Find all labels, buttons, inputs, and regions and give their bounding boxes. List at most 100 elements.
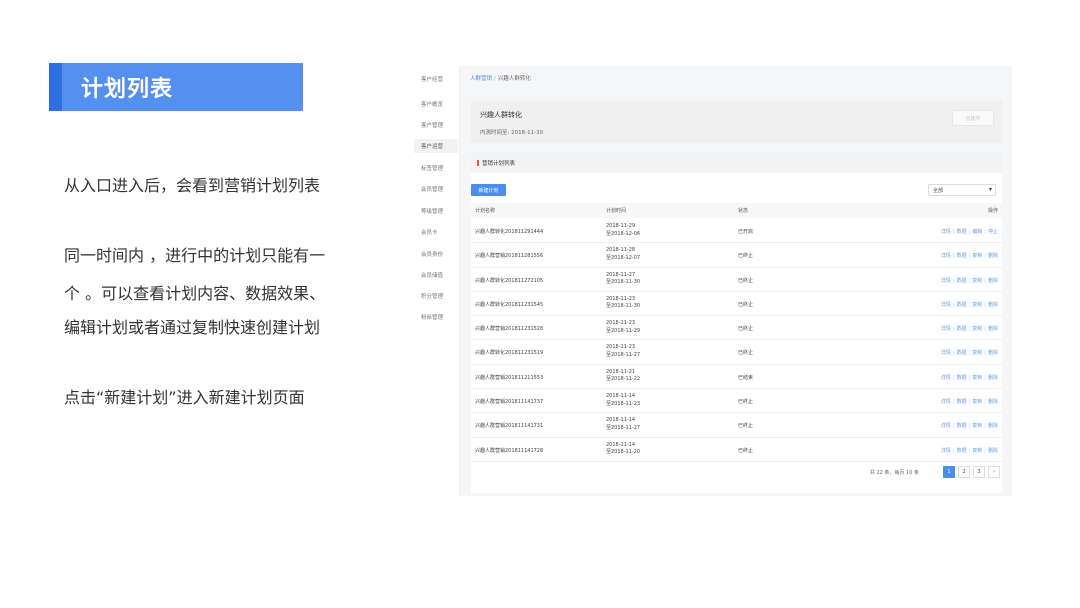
row-end-date: 至2018-11-27 <box>606 424 641 431</box>
breadcrumb-current: 兴趣人群转化 <box>497 76 531 82</box>
row-start-date: 2018-11-23 <box>606 320 636 327</box>
table-row: 兴趣人群营销201811141737 2018-11-14 至2018-11-23 已… <box>471 389 1002 414</box>
row-op-link[interactable]: 详情 <box>941 350 951 356</box>
op-divider: | <box>984 374 986 381</box>
row-op-link[interactable]: 数据 <box>957 229 967 235</box>
row-op-link[interactable]: 删除 <box>988 399 998 405</box>
row-op-link[interactable]: 删除 <box>988 302 998 308</box>
row-status: 已终止 <box>738 277 754 284</box>
op-divider: | <box>968 423 971 430</box>
row-op-link[interactable]: 数据 <box>957 423 967 429</box>
row-end-date: 至2018-11-30 <box>606 303 641 310</box>
row-op-link[interactable]: 数据 <box>957 375 967 381</box>
op-divider: | <box>952 423 955 430</box>
sidebar-item-levels[interactable]: 等级管理 <box>414 207 458 215</box>
breadcrumb-parent[interactable]: 人群营销 <box>470 76 492 82</box>
prev-page-button[interactable]: ‹ <box>928 466 940 478</box>
sidebar-item-customer-ops[interactable]: 客户经营 <box>414 75 458 83</box>
row-op-link[interactable]: 停止 <box>988 229 998 235</box>
create-disabled-button[interactable]: 创建中 <box>952 110 994 126</box>
sidebar: 客户经营 客户概览 客户管理 客户运营 标签管理 会员管理 等级管理 会员卡 会… <box>414 66 458 496</box>
row-op-link[interactable]: 详情 <box>941 253 951 259</box>
row-start-date: 2018-11-28 <box>606 247 636 254</box>
description-line-1: 从入口进入后，会看到营销计划列表 <box>64 176 321 195</box>
page-3-button[interactable]: 3 <box>973 466 985 478</box>
row-start-date: 2018-11-23 <box>606 295 636 302</box>
title-accent-bar <box>49 63 62 111</box>
row-op-link[interactable]: 详情 <box>941 278 951 284</box>
row-plan-time: 2018-11-23 至2018-11-27 <box>606 344 640 359</box>
row-plan-name: 兴趣人群转化201811231545 <box>475 301 544 308</box>
row-op-link[interactable]: 复制 <box>972 302 982 308</box>
col-name: 计划名称 <box>475 208 496 214</box>
row-op-link[interactable]: 复制 <box>972 350 982 356</box>
slide-title: 计划列表 <box>81 77 174 102</box>
row-op-link[interactable]: 数据 <box>957 326 967 332</box>
sidebar-item-overview[interactable]: 客户概览 <box>414 100 458 108</box>
op-divider: | <box>952 374 955 381</box>
table-row: 兴趣人群营销201811281556 2018-11-28 至2018-12-07 已… <box>471 243 1002 268</box>
sidebar-item-points[interactable]: 积分管理 <box>414 292 458 300</box>
row-op-link[interactable]: 复制 <box>972 423 982 429</box>
row-op-link[interactable]: 数据 <box>957 350 967 356</box>
row-ops: 详情 | 数据 | 复制 | 删除 <box>941 422 998 429</box>
plan-info-card: 兴趣人群转化 内测时间至: 2018-11-30 创建中 <box>471 101 1002 143</box>
row-op-link[interactable]: 删除 <box>988 423 998 429</box>
row-end-date: 至2018-12-07 <box>606 254 641 261</box>
row-op-link[interactable]: 详情 <box>941 326 951 332</box>
row-op-link[interactable]: 数据 <box>957 302 967 308</box>
sidebar-item-tags[interactable]: 标签管理 <box>414 164 458 172</box>
row-op-link[interactable]: 复制 <box>972 326 982 332</box>
row-op-link[interactable]: 数据 <box>957 278 967 284</box>
sidebar-item-operations[interactable]: 客户运营 <box>414 139 458 153</box>
row-op-link[interactable]: 详情 <box>941 229 951 235</box>
row-op-link[interactable]: 详情 <box>941 423 951 429</box>
row-status: 已终止 <box>738 326 754 333</box>
new-plan-button[interactable]: 新建计划 <box>471 184 506 196</box>
row-status: 已终止 <box>738 423 754 430</box>
row-op-link[interactable]: 复制 <box>972 448 982 454</box>
row-op-link[interactable]: 复制 <box>972 253 982 259</box>
page-1-button[interactable]: 1 <box>943 466 955 478</box>
sidebar-item-customers[interactable]: 客户管理 <box>414 121 458 129</box>
row-op-link[interactable]: 复制 <box>972 375 982 381</box>
row-op-link[interactable]: 复制 <box>972 399 982 405</box>
sidebar-item-members[interactable]: 会员管理 <box>414 185 458 193</box>
sidebar-item-fans[interactable]: 粉丝管理 <box>414 313 458 321</box>
row-op-link[interactable]: 数据 <box>957 399 967 405</box>
section-header: 营销计划列表 <box>471 153 1002 173</box>
op-divider: | <box>984 350 986 357</box>
sidebar-item-member-card[interactable]: 会员卡 <box>414 228 458 236</box>
op-divider: | <box>968 399 971 406</box>
row-status: 已终止 <box>738 301 754 308</box>
row-op-link[interactable]: 详情 <box>941 302 951 308</box>
row-ops: 详情 | 数据 | 复制 | 删除 <box>941 301 998 308</box>
row-plan-time: 2018-11-27 至2018-11-30 <box>606 272 640 287</box>
status-filter-select[interactable]: 全部 ▾ <box>928 184 996 196</box>
row-op-link[interactable]: 详情 <box>941 375 951 381</box>
sidebar-item-member-identity[interactable]: 会员身份 <box>414 250 458 258</box>
page-2-button[interactable]: 2 <box>958 466 970 478</box>
row-op-link[interactable]: 详情 <box>941 399 951 405</box>
row-op-link[interactable]: 删除 <box>988 350 998 356</box>
row-op-link[interactable]: 删除 <box>988 448 998 454</box>
row-op-link[interactable]: 复制 <box>972 278 982 284</box>
sidebar-item-member-balance[interactable]: 会员储值 <box>414 271 458 279</box>
op-divider: | <box>952 350 955 357</box>
row-op-link[interactable]: 删除 <box>988 326 998 332</box>
row-op-link[interactable]: 删除 <box>988 278 998 284</box>
description-line-2: 同一时间内 ，进行中的计划只能有一 <box>64 246 326 265</box>
row-ops: 详情 | 数据 | 复制 | 删除 <box>941 349 998 356</box>
row-plan-time: 2018-11-23 至2018-11-30 <box>606 296 640 311</box>
row-op-link[interactable]: 编辑 <box>972 229 982 235</box>
row-end-date: 至2018-11-20 <box>606 449 641 456</box>
row-end-date: 至2018-11-29 <box>606 327 641 334</box>
row-start-date: 2018-11-29 <box>606 223 636 229</box>
row-op-link[interactable]: 详情 <box>941 448 951 454</box>
row-end-date: 至2018-11-27 <box>606 351 641 358</box>
row-op-link[interactable]: 删除 <box>988 253 998 259</box>
row-op-link[interactable]: 数据 <box>957 448 967 454</box>
row-op-link[interactable]: 删除 <box>988 375 998 381</box>
row-op-link[interactable]: 数据 <box>957 253 967 259</box>
next-page-button[interactable]: › <box>988 466 1000 478</box>
